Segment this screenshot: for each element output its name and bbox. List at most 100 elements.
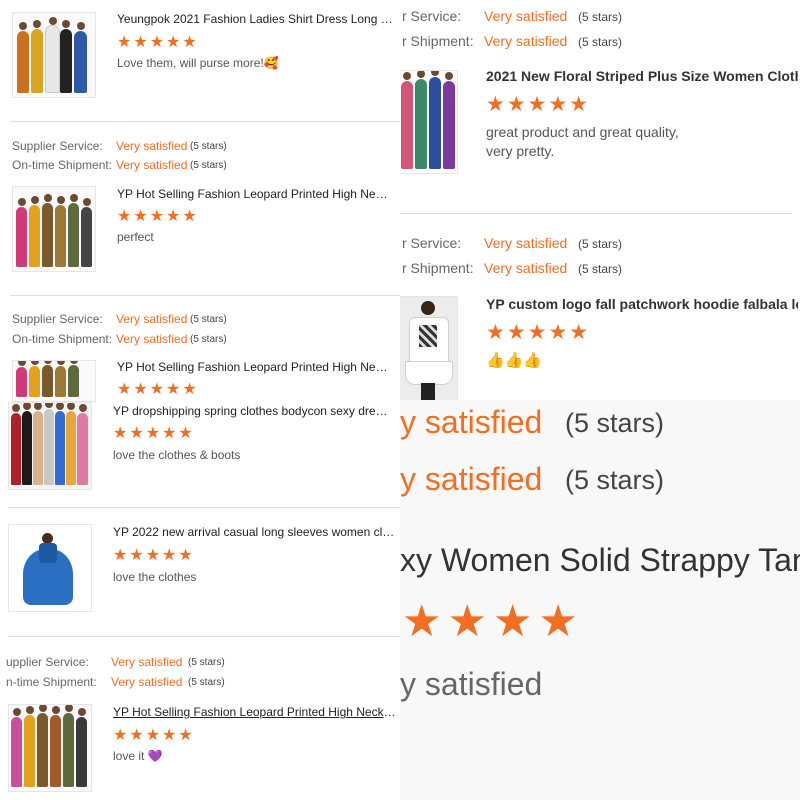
model-figure [39,543,57,563]
model-figure [42,194,53,267]
shipment-value: Very satisfied [484,33,568,49]
shipment-label: n-time Shipment: [6,675,97,689]
rating-stars: ★★★★★ [486,93,591,116]
shipment-stars: (5 stars) [190,160,227,171]
model-figure [74,22,87,93]
supplier-service-value: Very satisfied [111,655,183,669]
model-figure [29,196,40,267]
model-head [421,301,435,315]
product-thumbnail[interactable] [12,186,96,272]
model-figure [77,404,88,485]
product-thumbnail[interactable] [8,524,92,612]
shipment-label: r Shipment: [402,260,474,276]
supplier-service-value: Very satisfied [484,235,568,251]
supplier-service-stars: (5 stars) [190,314,227,325]
divider [10,295,400,296]
rating-stars: ★★★★★ [117,208,199,225]
supplier-service-label: r Service: [402,8,462,24]
model-figure [22,403,32,485]
product-thumbnail[interactable] [12,360,96,402]
shipment-value: Very satisfied [116,158,188,172]
model-figure [16,198,27,267]
model-legs [421,383,435,400]
shipment-stars: (5 stars) [578,35,623,49]
model-figure [81,198,92,267]
product-thumbnail[interactable] [400,296,458,400]
zoom-product-title[interactable]: xy Women Solid Strappy Tan [400,542,800,579]
supplier-service-label: Supplier Service: [12,312,103,326]
review-comment: perfect [117,230,154,244]
shipment-value: Very satisfied [111,675,183,689]
review-comment: very pretty. [486,143,555,159]
zoom-shipment-value: y satisfied [400,461,543,497]
divider [8,636,400,637]
product-thumbnail[interactable] [400,70,458,174]
product-title[interactable]: YP 2022 new arrival casual long sleeves … [113,525,398,539]
model-figure [17,22,29,93]
product-title[interactable]: YP dropshipping spring clothes bodycon s… [113,404,393,418]
model-figure [31,20,43,93]
product-title[interactable]: 2021 New Floral Striped Plus Size Women … [486,68,798,84]
hoodie-ruffle [405,361,453,385]
model-figure [429,71,441,169]
model-figure [443,72,455,169]
supplier-service-label: Supplier Service: [12,139,103,153]
review-comment: great product and great quality, [486,124,679,140]
supplier-service-stars: (5 stars) [188,657,225,668]
rating-stars: ★★★★★ [113,727,195,744]
model-figure [55,361,66,397]
review-comment: Love them, will purse more!🥰 [117,56,279,70]
model-figure [44,403,54,485]
shipment-stars: (5 stars) [578,262,623,276]
divider [8,507,400,508]
right-review-column: r Service: Very satisfied (5 stars) r Sh… [400,0,800,400]
review-comment: love the clothes [113,570,197,584]
product-thumbnail[interactable] [8,704,92,792]
model-figure [401,72,413,169]
shipment-value: Very satisfied [116,332,188,346]
model-figure [11,708,22,787]
product-title[interactable]: YP custom logo fall patchwork hoodie fal… [486,296,798,312]
review-comment: 👍👍👍 [486,352,543,369]
review-comment: love the clothes & boots [113,448,241,462]
product-thumbnail[interactable] [8,402,92,490]
supplier-service-value: Very satisfied [116,139,188,153]
model-figure [16,361,27,397]
rating-stars: ★★★★★ [113,547,195,564]
zoom-supplier-stars: (5 stars) [565,408,665,438]
model-figure [60,20,72,93]
supplier-service-stars: (5 stars) [578,237,623,251]
product-title[interactable]: YP Hot Selling Fashion Leopard Printed H… [117,187,393,201]
shipment-value: Very satisfied [484,260,568,276]
rating-stars: ★★★★★ [113,425,195,442]
product-thumbnail[interactable] [12,12,96,98]
model-figure [50,706,61,787]
divider [10,121,400,122]
shipment-label: On-time Shipment: [12,332,113,346]
model-figure [76,708,87,787]
product-title[interactable]: Yeungpok 2021 Fashion Ladies Shirt Dress… [117,12,393,26]
supplier-service-label: upplier Service: [6,655,89,669]
product-title[interactable]: YP Hot Selling Fashion Leopard Printed H… [117,360,393,374]
model-figure [45,17,60,93]
rating-stars: ★★★★★ [117,381,199,398]
zoomed-review-panel: y satisfied (5 stars) y satisfied (5 sta… [400,400,800,800]
supplier-service-stars: (5 stars) [190,141,227,152]
zoom-shipment-stars: (5 stars) [565,465,665,495]
product-title-link[interactable]: YP Hot Selling Fashion Leopard Printed H… [113,705,398,719]
divider [400,213,792,214]
model-figure [55,403,65,485]
shipment-label: On-time Shipment: [12,158,113,172]
model-figure [29,361,40,397]
shipment-stars: (5 stars) [190,334,227,345]
model-figure [55,196,66,267]
shipment-stars: (5 stars) [188,677,225,688]
supplier-service-value: Very satisfied [116,312,188,326]
model-figure [68,194,79,267]
supplier-service-label: r Service: [402,235,462,251]
supplier-service-stars: (5 stars) [578,10,623,24]
rating-stars: ★★★★★ [486,321,591,344]
zoom-rating-stars: ★★★★ [402,597,584,646]
supplier-service-value: Very satisfied [484,8,568,24]
model-figure [33,403,43,485]
